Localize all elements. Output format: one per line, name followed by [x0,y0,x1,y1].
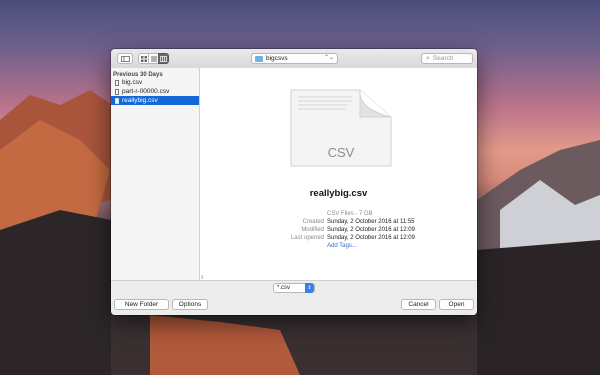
created-value: Sunday, 2 October 2016 at 11:55 [327,219,415,225]
file-kind: CSV Files - 7 GB [327,211,373,217]
csv-file-thumbnail: CSV [290,89,392,167]
folder-icon [255,55,263,62]
metadata-values: CSV Files - 7 GB Sunday, 2 October 2016 … [327,210,467,250]
modified-label: Modified [301,227,324,233]
location-popup[interactable]: bigcsvs ⌃⌄ [251,53,338,64]
last-opened-value: Sunday, 2 October 2016 at 12:09 [327,235,415,241]
list-item-big-csv[interactable]: big.csv [111,78,199,87]
document-icon [115,97,119,104]
list-item-part-csv[interactable]: part-r-00000.csv [111,87,199,96]
icon-view-icon [140,55,147,62]
search-icon: ⌕ [426,54,430,62]
add-tags-link[interactable]: Add Tags... [327,242,467,250]
file-list: Previous 30 Days big.csv part-r-00000.cs… [111,68,200,280]
dialog-toolbar: bigcsvs ⌃⌄ ⌕ Search [111,49,477,69]
cancel-button[interactable]: Cancel [401,299,436,310]
options-button[interactable]: Options [172,299,208,310]
location-label: bigcsvs [266,55,288,62]
last-opened-label: Last opened [290,235,324,241]
chevron-updown-icon: ⇕ [305,283,314,293]
document-icon [115,88,119,95]
search-placeholder: Search [432,55,454,62]
chevron-updown-icon: ⌃⌄ [323,55,334,61]
file-type-filter[interactable]: *.csv ⇕ [273,283,315,293]
metadata-labels: Created Modified Last opened [240,210,324,242]
open-file-dialog: bigcsvs ⌃⌄ ⌕ Search Previous 30 Days big… [111,49,477,315]
section-header: Previous 30 Days [113,72,163,78]
file-name: reallybig.csv [122,97,158,104]
new-folder-button[interactable]: New Folder [114,299,169,310]
list-item-reallybig-csv[interactable]: reallybig.csv [111,96,199,105]
created-label: Created [302,219,324,225]
column-view-button[interactable] [158,53,169,64]
preview-pane: CSV reallybig.csv Created Modified Last … [200,68,477,280]
sidebar-toggle-button[interactable] [117,53,133,64]
preview-file-name: reallybig.csv [309,188,368,199]
search-field[interactable]: ⌕ Search [421,53,473,64]
list-view-icon [150,56,157,61]
dialog-button-bar: New Folder Options Cancel Open [111,295,477,315]
filter-value: *.csv [277,285,291,291]
file-name: big.csv [122,79,143,86]
open-button[interactable]: Open [439,299,474,310]
modified-value: Sunday, 2 October 2016 at 12:09 [327,227,415,233]
document-icon [115,79,119,86]
thumb-label: CSV [328,145,355,160]
view-mode-selector [138,53,169,64]
filter-bar: *.csv ⇕ [111,280,477,296]
file-name: part-r-00000.csv [122,88,170,95]
sidebar-icon [120,55,130,62]
column-view-icon [160,55,167,62]
